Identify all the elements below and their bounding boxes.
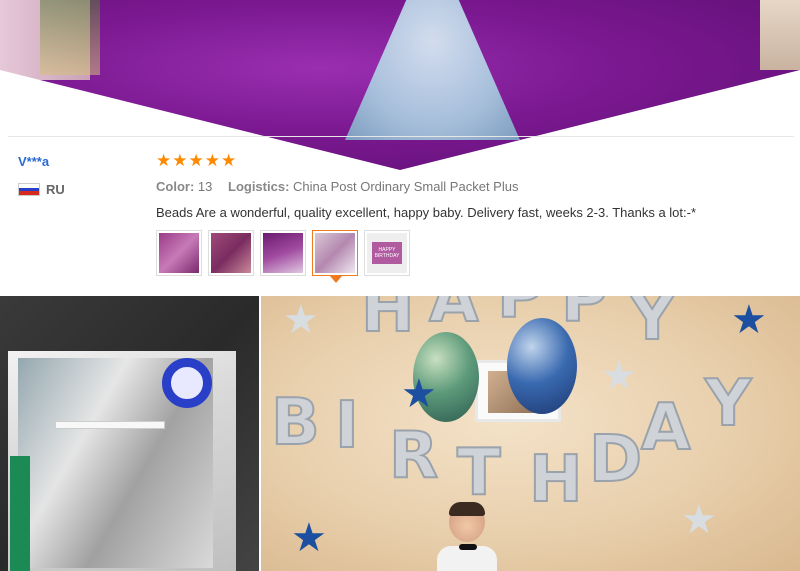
review-divider: [8, 136, 794, 137]
happy-letter-balloon: H: [360, 296, 416, 347]
green-foil: [10, 456, 30, 571]
review-thumbnail-3[interactable]: [260, 230, 306, 276]
reviewer-country: RU: [18, 182, 65, 197]
child: [437, 502, 497, 571]
reviewer-info: V***a RU: [18, 154, 65, 197]
star-icon: ★: [156, 151, 172, 170]
review-body: ★ ★ ★ ★ ★ Color: 13 Logistics: China Post Or…: [156, 152, 786, 283]
star-balloon-icon: ★: [401, 372, 437, 416]
star-icon: ★: [188, 151, 204, 170]
birthday-letter-balloon: R: [388, 419, 439, 493]
reviewer-name[interactable]: V***a: [18, 154, 65, 169]
birthday-letter-balloon: D: [588, 423, 643, 497]
star-rating: ★ ★ ★ ★ ★: [156, 152, 786, 170]
straw: [55, 421, 165, 429]
dollhouse-detail: [40, 0, 100, 75]
star-balloon-icon: ★: [283, 298, 319, 342]
star-balloon-icon: ★: [601, 354, 637, 398]
happy-letter-balloon: A: [428, 296, 480, 337]
happy-letter-balloon: Y: [628, 296, 676, 355]
russia-flag-icon: [18, 183, 40, 196]
happy-letter-balloon: P: [560, 296, 609, 337]
color-value: 13: [197, 179, 213, 194]
star-icon: ★: [221, 151, 237, 170]
logistics-label: Logistics:: [228, 179, 290, 194]
thumbnail-image: [263, 233, 303, 273]
blue-tape-roll: [162, 358, 212, 408]
bow-tie: [459, 544, 477, 550]
thumbnail-image: HAPPY BIRTHDAY: [367, 233, 407, 273]
birthday-letter-balloon: H: [528, 443, 584, 517]
thumbnail-image: [211, 233, 251, 273]
logistics-value: China Post Ordinary Small Packet Plus: [293, 179, 519, 194]
review-thumbnail-5[interactable]: HAPPY BIRTHDAY: [364, 230, 410, 276]
birthday-letter-balloon: T: [456, 436, 502, 510]
review-thumbnail-1[interactable]: [156, 230, 202, 276]
birthday-letter-balloon: Y: [704, 367, 752, 441]
star-icon: ★: [172, 151, 188, 170]
right-object-edge: [760, 0, 800, 70]
color-label: Color:: [156, 179, 195, 194]
package-photo: [0, 296, 259, 571]
thumbnail-image: [315, 233, 355, 273]
birthday-card-thumbnail: HAPPY BIRTHDAY: [372, 242, 402, 264]
review-thumbnail-4[interactable]: [312, 230, 358, 283]
happy-letter-balloon: P: [496, 296, 545, 333]
birthday-letter-balloon: A: [640, 391, 692, 465]
review-thumbnails: HAPPY BIRTHDAY: [156, 230, 786, 283]
review-thumbnail-2[interactable]: [208, 230, 254, 276]
review-meta: Color: 13 Logistics: China Post Ordinary…: [156, 179, 786, 194]
star-balloon-icon: ★: [731, 298, 767, 342]
top-product-photo: [0, 0, 800, 170]
star-balloon-icon: ★: [681, 498, 717, 542]
birthday-decoration-photo: B I R T H D A Y H A P P Y ★ ★ ★ ★ ★ ★: [261, 296, 800, 571]
birthday-letter-balloon: B: [270, 386, 321, 460]
star-icon: ★: [204, 151, 220, 170]
review-text: Beads Are a wonderful, quality excellent…: [156, 205, 697, 220]
star-balloon-icon: ★: [291, 516, 327, 560]
birthday-letter-balloon: I: [334, 389, 360, 463]
country-code: RU: [46, 182, 65, 197]
thumbnail-image: [159, 233, 199, 273]
